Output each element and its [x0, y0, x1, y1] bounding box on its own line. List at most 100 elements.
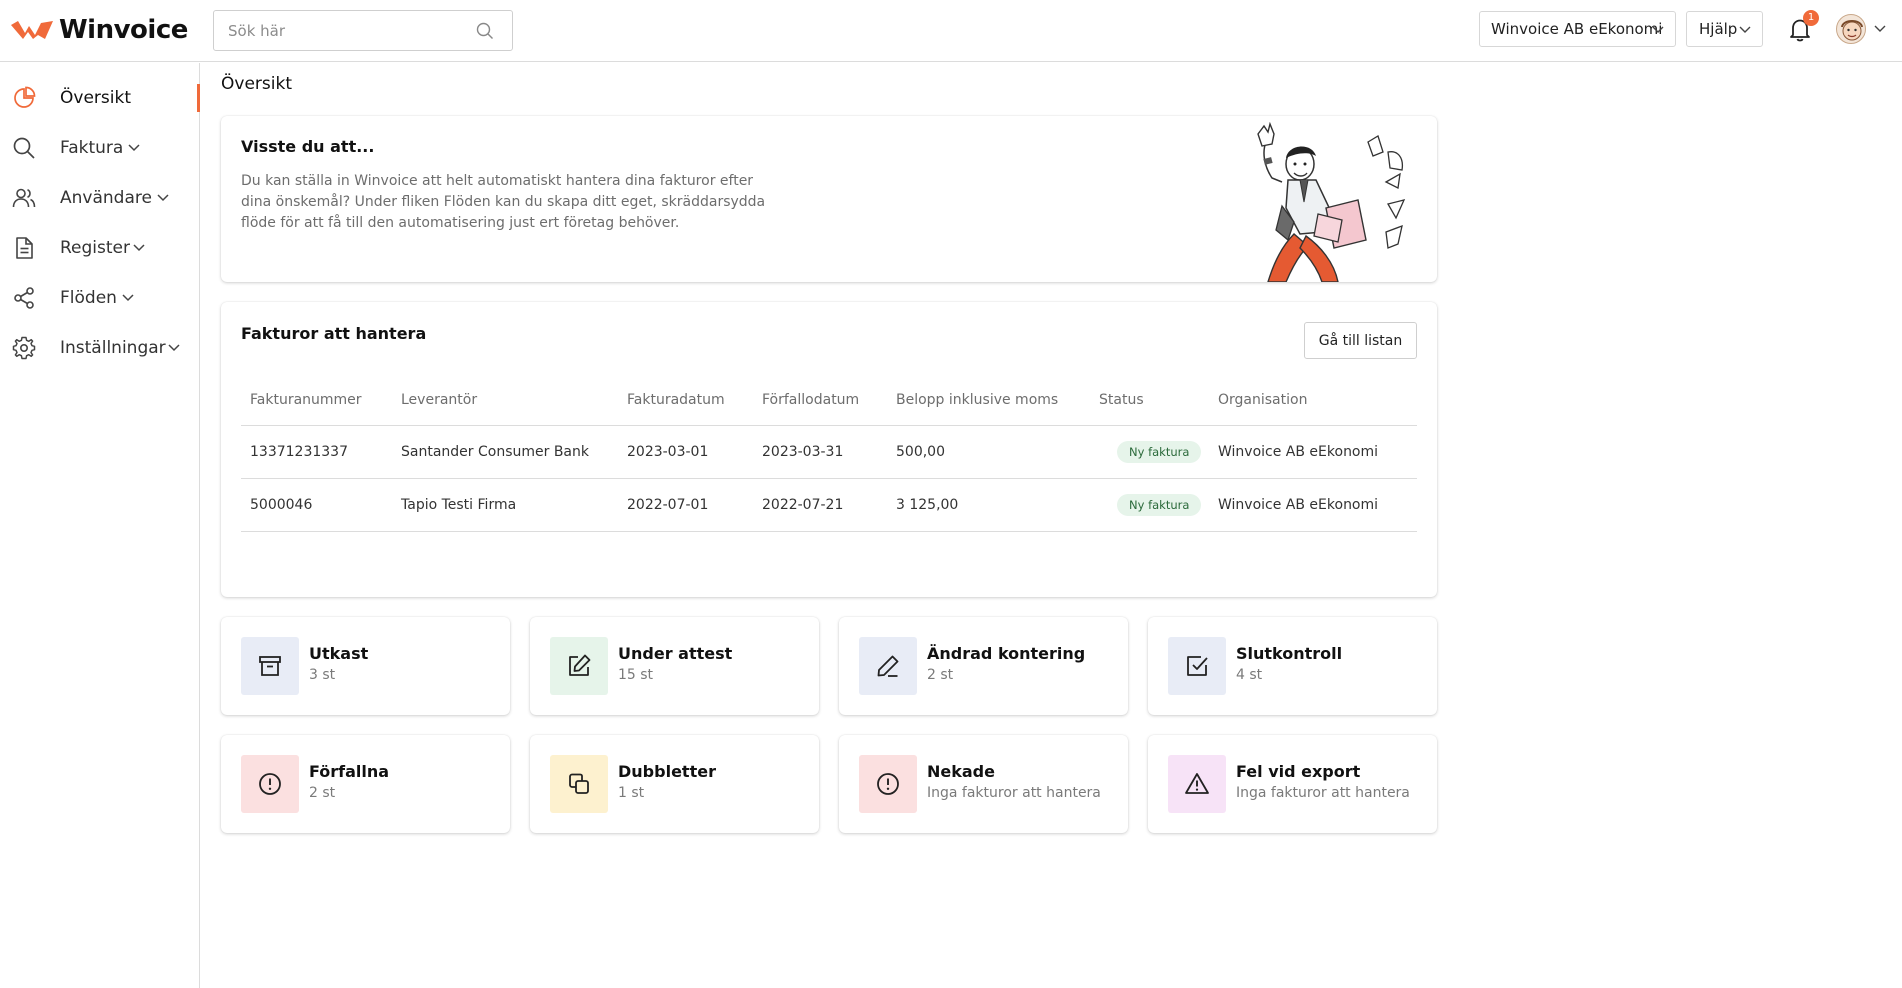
- due-date: 2022-07-21: [762, 497, 844, 513]
- column-header[interactable]: Organisation: [1218, 374, 1307, 425]
- pencil-icon: [877, 655, 899, 677]
- sidebar-item-floden[interactable]: Flöden: [0, 273, 200, 323]
- sidebar-item-label: Faktura: [60, 138, 124, 158]
- invoice-number: 5000046: [250, 497, 313, 513]
- tile-andrad-kontering[interactable]: Ändrad kontering 2 st: [839, 617, 1128, 715]
- tile-forfallna[interactable]: Förfallna 2 st: [221, 735, 510, 833]
- tile-icon-box: [859, 755, 917, 813]
- tile-count: 4 st: [1236, 667, 1263, 683]
- invoice-date: 2023-03-01: [627, 444, 709, 460]
- top-bar: Winvoice Winvoice AB eEkonomi Hjälp 1: [0, 0, 1902, 62]
- tile-count: 2 st: [309, 785, 336, 801]
- tip-card: Visste du att... Du kan ställa in Winvoi…: [221, 116, 1437, 282]
- column-header[interactable]: Leverantör: [401, 374, 477, 425]
- table-header-row: Fakturanummer Leverantör Fakturadatum Fö…: [241, 374, 1417, 426]
- alert-circle-icon: [259, 773, 281, 795]
- tile-icon-box: [1168, 637, 1226, 695]
- tile-title: Nekade: [927, 762, 995, 781]
- sidebar-item-label: Användare: [60, 188, 152, 208]
- edit-square-icon: [569, 654, 591, 676]
- tile-utkast[interactable]: Utkast 3 st: [221, 617, 510, 715]
- sidebar-item-label: Flöden: [60, 288, 117, 308]
- tip-title: Visste du att...: [241, 137, 375, 156]
- table-row[interactable]: 13371231337 Santander Consumer Bank 2023…: [241, 426, 1417, 479]
- column-header[interactable]: Belopp inklusive moms: [896, 374, 1058, 425]
- chevron-down-icon[interactable]: [1874, 25, 1886, 33]
- notification-badge: 1: [1803, 10, 1819, 26]
- organization: Winvoice AB eEkonomi: [1218, 444, 1379, 460]
- chevron-down-icon: [1739, 26, 1751, 33]
- sidebar-item-register[interactable]: Register: [0, 223, 200, 273]
- supplier: Santander Consumer Bank: [401, 444, 589, 460]
- tile-icon-box: [550, 755, 608, 813]
- chevron-down-icon: [168, 344, 180, 352]
- invoice-date: 2022-07-01: [627, 497, 709, 513]
- status-badge: Ny faktura: [1117, 494, 1202, 516]
- waving-man-illustration: [1257, 122, 1406, 282]
- tile-title: Utkast: [309, 644, 369, 663]
- go-to-list-button[interactable]: Gå till listan: [1304, 322, 1417, 359]
- avatar[interactable]: [1836, 14, 1866, 44]
- chevron-down-icon: [1652, 26, 1664, 33]
- document-icon: [16, 237, 33, 259]
- sidebar-item-installningar[interactable]: Inställningar: [0, 323, 200, 373]
- tile-dubbletter[interactable]: Dubbletter 1 st: [530, 735, 819, 833]
- gear-icon: [12, 336, 36, 360]
- tile-count: 15 st: [618, 667, 654, 683]
- column-header[interactable]: Förfallodatum: [762, 374, 859, 425]
- tile-icon-box: [241, 637, 299, 695]
- tile-title: Dubbletter: [618, 762, 716, 781]
- tile-icon-box: [859, 637, 917, 695]
- sidebar-item-faktura[interactable]: Faktura: [0, 123, 200, 173]
- sidebar-item-label: Register: [60, 238, 130, 258]
- chevron-down-icon: [157, 194, 169, 202]
- archive-icon: [259, 656, 281, 676]
- invoice-number: 13371231337: [250, 444, 348, 460]
- sidebar-item-oversikt[interactable]: Översikt: [0, 73, 200, 123]
- tile-icon-box: [1168, 755, 1226, 813]
- search-icon: [13, 137, 35, 159]
- organization: Winvoice AB eEkonomi: [1218, 497, 1379, 513]
- tile-under-attest[interactable]: Under attest 15 st: [530, 617, 819, 715]
- copy-icon: [569, 773, 589, 794]
- tile-count: 2 st: [927, 667, 954, 683]
- logo-mark-icon: [11, 21, 53, 39]
- search-input[interactable]: [228, 11, 468, 50]
- help-select-label: Hjälp: [1699, 20, 1738, 38]
- tip-text: Du kan ställa in Winvoice att helt autom…: [241, 173, 766, 231]
- sidebar-item-anvandare[interactable]: Användare: [0, 173, 200, 223]
- tile-count: Inga fakturor att hantera: [1236, 785, 1410, 801]
- search-icon[interactable]: [476, 22, 494, 40]
- check-square-icon: [1187, 656, 1208, 676]
- invoices-card: Fakturor att hantera Gå till listan Fakt…: [221, 302, 1437, 597]
- column-header[interactable]: Fakturanummer: [250, 374, 362, 425]
- share-icon: [14, 287, 34, 309]
- tile-slutkontroll[interactable]: Slutkontroll 4 st: [1148, 617, 1437, 715]
- organization-select[interactable]: Winvoice AB eEkonomi: [1479, 11, 1676, 47]
- tile-title: Under attest: [618, 644, 733, 663]
- logo[interactable]: Winvoice: [11, 15, 188, 45]
- sidebar-item-label: Inställningar: [60, 338, 166, 358]
- status-cell: Ny faktura: [1117, 479, 1202, 531]
- sidebar: Översikt Faktura Användare Register Flöd…: [0, 63, 200, 988]
- logo-text: Winvoice: [59, 15, 188, 45]
- invoices-title: Fakturor att hantera: [241, 324, 427, 343]
- organization-select-value: Winvoice AB eEkonomi: [1491, 20, 1663, 38]
- alert-circle-icon: [877, 773, 899, 795]
- page-title: Översikt: [221, 74, 292, 94]
- table-row[interactable]: 5000046 Tapio Testi Firma 2022-07-01 202…: [241, 479, 1417, 532]
- column-header[interactable]: Status: [1099, 374, 1144, 425]
- chevron-down-icon: [122, 294, 134, 302]
- tile-count: 1 st: [618, 785, 645, 801]
- search-box[interactable]: [213, 10, 513, 51]
- help-select[interactable]: Hjälp: [1686, 11, 1763, 47]
- tile-count: 3 st: [309, 667, 336, 683]
- tile-fel-vid-export[interactable]: Fel vid export Inga fakturor att hantera: [1148, 735, 1437, 833]
- tile-nekade[interactable]: Nekade Inga fakturor att hantera: [839, 735, 1128, 833]
- tile-title: Slutkontroll: [1236, 644, 1343, 663]
- invoices-table: Fakturanummer Leverantör Fakturadatum Fö…: [241, 374, 1417, 532]
- chevron-down-icon: [133, 244, 145, 252]
- column-header[interactable]: Fakturadatum: [627, 374, 725, 425]
- tile-title: Fel vid export: [1236, 762, 1361, 781]
- due-date: 2023-03-31: [762, 444, 844, 460]
